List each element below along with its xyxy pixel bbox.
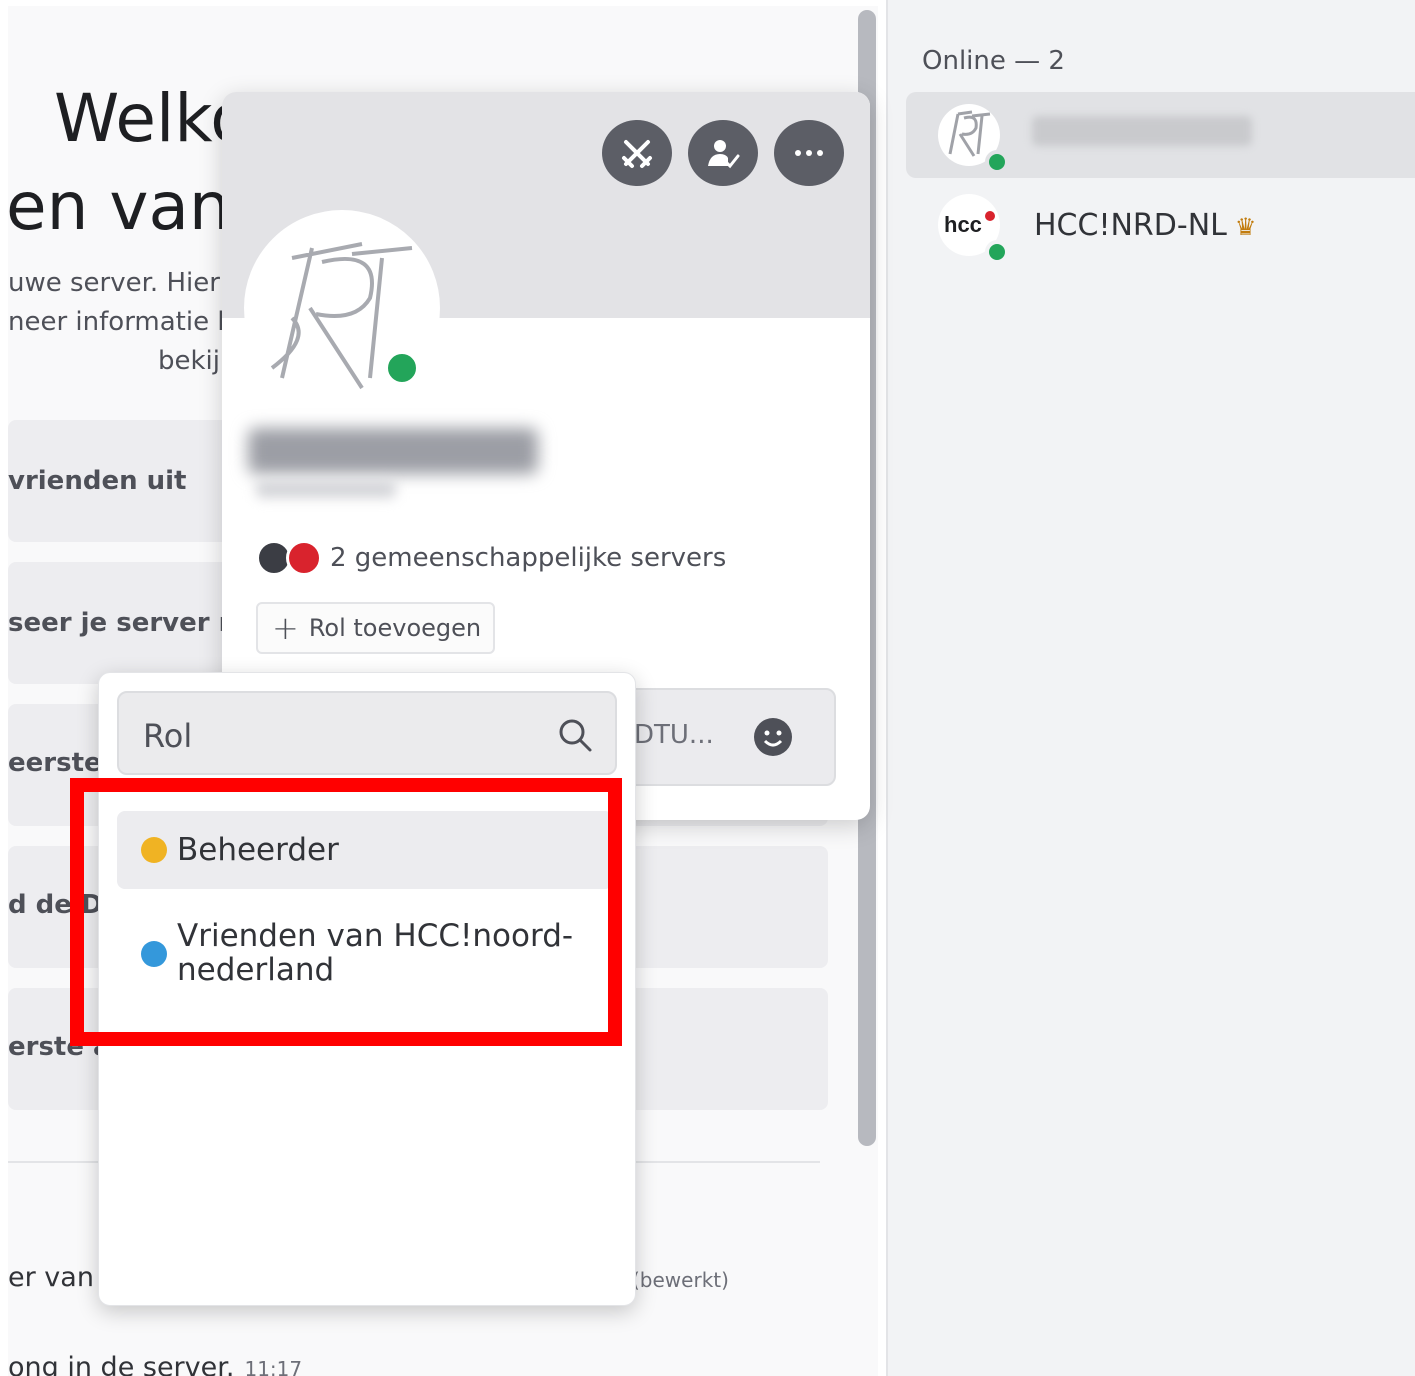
search-icon [559, 719, 592, 752]
member-name: HCC!NRD-NL ♛ [1034, 208, 1256, 243]
online-status-icon [380, 346, 424, 390]
edited-label: (bewerkt) [632, 1268, 729, 1292]
welcome-card-label: vrienden uit [8, 466, 187, 496]
role-search-value: Rol [143, 717, 193, 755]
welcome-card-label: seer je server m [8, 608, 246, 638]
add-role-label: Rol toevoegen [308, 614, 482, 642]
emoji-icon[interactable] [754, 718, 792, 756]
welcome-description: uwe server. Hier v neer informatie k bek… [8, 264, 244, 381]
member-name-redacted [1032, 116, 1252, 146]
add-role-button[interactable]: + Rol toevoegen [256, 602, 496, 654]
online-status-icon [985, 240, 1009, 264]
online-header: Online — 2 [922, 46, 1065, 76]
message-text-2: ong in de server. 11:17 [8, 1352, 302, 1376]
welcome-desc-line1: uwe server. Hier v [8, 268, 244, 298]
role-search-input[interactable]: Rol [117, 691, 617, 775]
mutual-servers-label: 2 gemeenschappelijke servers [330, 543, 727, 573]
plus-icon: + [272, 609, 299, 647]
highlight-box [70, 778, 622, 1046]
welcome-desc-line3: bekijl [158, 346, 228, 376]
svg-text:hcc: hcc [944, 212, 982, 237]
hcc-server-icon [286, 540, 322, 576]
profile-name-redacted [248, 428, 538, 474]
message-line2: ong in de server. [8, 1352, 235, 1376]
mutual-servers[interactable]: 2 gemeenschappelijke servers [256, 540, 726, 576]
online-status-icon [985, 150, 1009, 174]
welcome-desc-line2: neer informatie k [8, 307, 233, 337]
member-name-text: HCC!NRD-NL [1034, 208, 1227, 243]
person-check-icon[interactable] [688, 120, 758, 186]
member-item[interactable]: hcc HCC!NRD-NL ♛ [906, 184, 1415, 270]
member-list: Online — 2 hcc HCC!NRD-NL ♛ [886, 0, 1415, 1376]
more-icon[interactable] [774, 120, 844, 186]
note-text: DTU... [634, 720, 714, 750]
member-item[interactable] [906, 92, 1415, 178]
swords-icon[interactable] [602, 120, 672, 186]
message-timestamp: 11:17 [244, 1357, 303, 1376]
crown-icon: ♛ [1234, 213, 1257, 241]
profile-username-redacted [256, 480, 396, 498]
message-text: er van [8, 1262, 94, 1293]
